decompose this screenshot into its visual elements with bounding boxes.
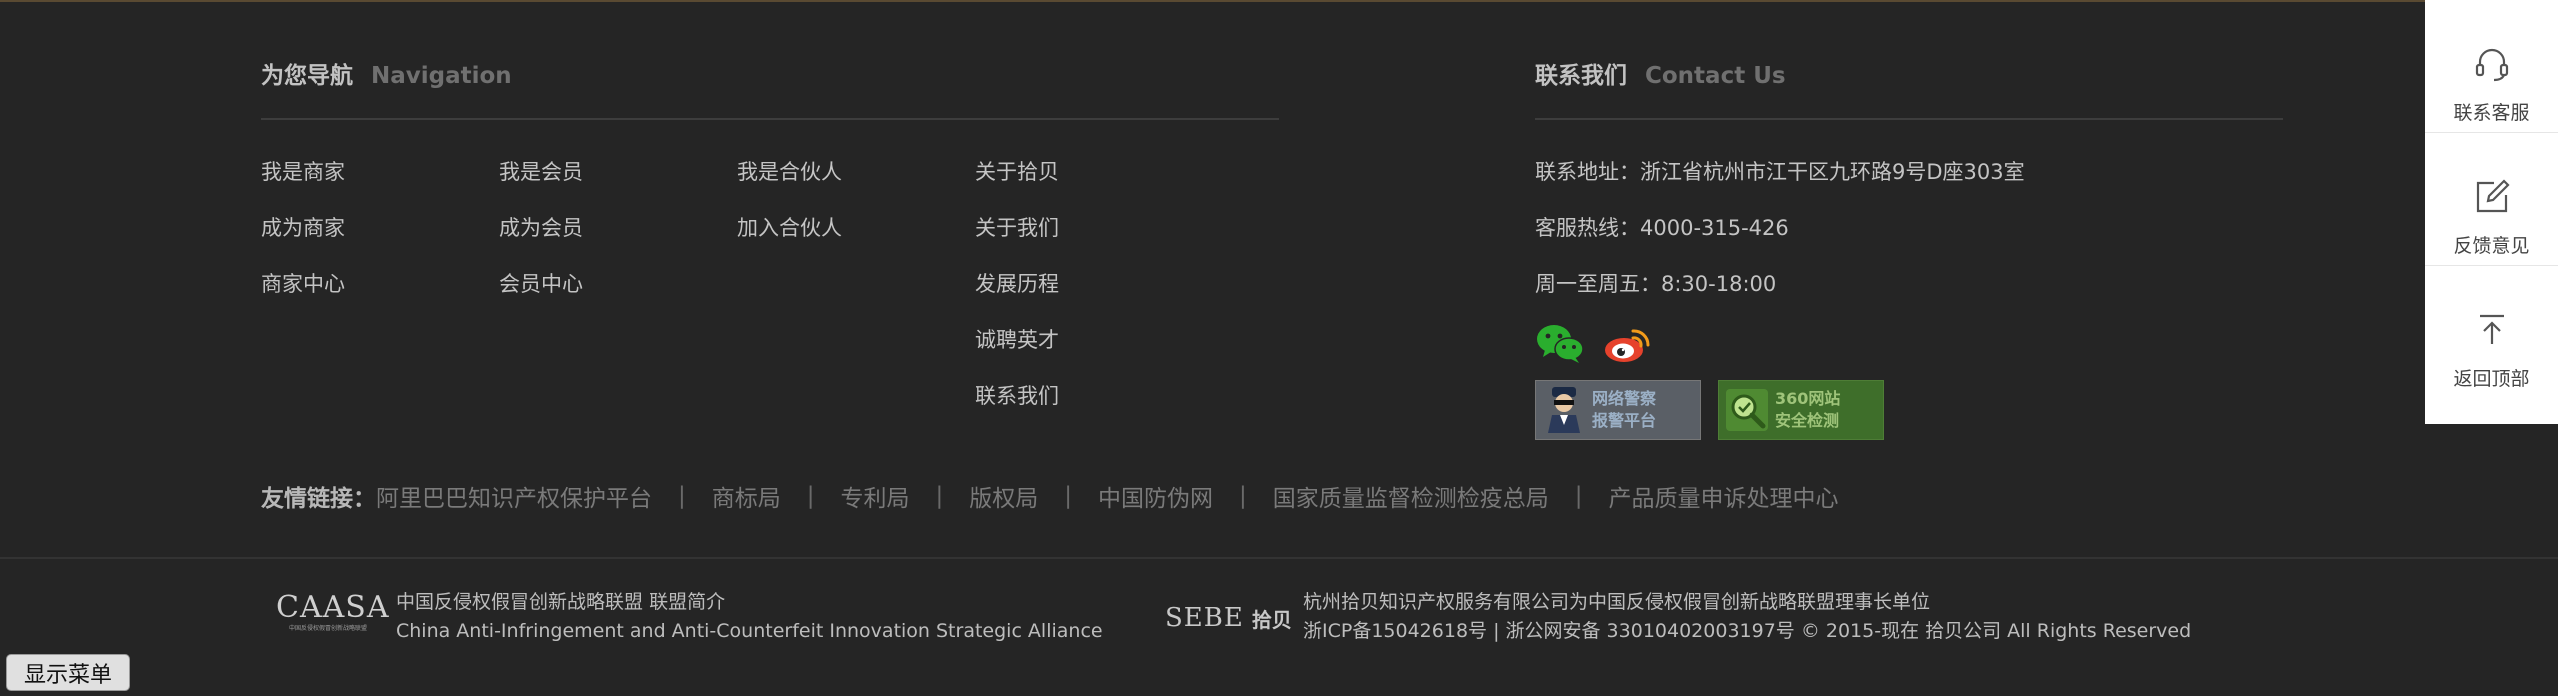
contact-lines: 联系地址：浙江省杭州市江干区九环路9号D座303室 客服热线：4000-315-… xyxy=(1535,144,2283,312)
caasa-title-line: 中国反侵权假冒创新战略联盟 联盟简介 xyxy=(396,588,1103,617)
nav-link-i-am-member[interactable]: 我是会员 xyxy=(499,144,737,200)
headset-icon xyxy=(2475,48,2508,82)
link-separator: | xyxy=(935,483,944,509)
contact-hours: 周一至周五：8:30-18:00 xyxy=(1535,272,1777,296)
social-icons xyxy=(1535,318,2283,368)
nav-column-about: 关于拾贝 关于我们 发展历程 诚聘英才 联系我们 xyxy=(975,144,1213,424)
security-360-badge[interactable]: 360网站 安全检测 xyxy=(1718,380,1884,440)
icp-line: 浙ICP备15042618号 | 浙公网安备 33010402003197号 ©… xyxy=(1303,620,2192,642)
nav-link-careers[interactable]: 诚聘英才 xyxy=(975,312,1213,368)
nav-link-about-sebe[interactable]: 关于拾贝 xyxy=(975,144,1213,200)
caasa-info: 中国反侵权假冒创新战略联盟 联盟简介 China Anti-Infringeme… xyxy=(396,588,1103,646)
security-360-line2: 安全检测 xyxy=(1775,411,1840,430)
back-to-top-label: 返回顶部 xyxy=(2453,368,2530,390)
sebe-logo: SEBE 拾贝 xyxy=(1165,603,1292,633)
company-line: 杭州拾贝知识产权服务有限公司为中国反侵权假冒创新战略联盟理事长单位 xyxy=(1303,591,1931,613)
nav-link-contact-us[interactable]: 联系我们 xyxy=(975,368,1213,424)
magnifier-shield-icon xyxy=(1719,382,1775,438)
contact-hotline: 客服热线：4000-315-426 xyxy=(1535,216,1789,240)
weibo-icon[interactable] xyxy=(1603,321,1653,365)
nav-link-join-partner[interactable]: 加入合伙人 xyxy=(737,200,975,256)
feedback-button[interactable]: 反馈意见 xyxy=(2425,133,2558,266)
cyber-police-text: 网络警察 报警平台 xyxy=(1592,388,1656,432)
friend-link-quality-bureau[interactable]: 国家质量监督检测检疫总局 xyxy=(1273,479,1549,513)
nav-column-partner: 我是合伙人 加入合伙人 xyxy=(737,144,975,424)
nav-link-merchant-center[interactable]: 商家中心 xyxy=(261,256,499,312)
caasa-title: 中国反侵权假冒创新战略联盟 xyxy=(396,591,644,613)
caasa-logo: CAASA 中国反侵权假冒创新战略联盟 xyxy=(276,590,390,640)
nav-link-member-center[interactable]: 会员中心 xyxy=(499,256,737,312)
friendly-links: 友情链接： 阿里巴巴知识产权保护平台 | 商标局 | 专利局 | 版权局 | 中… xyxy=(261,476,1839,516)
cyber-police-line2: 报警平台 xyxy=(1592,411,1657,430)
friend-link-anti-counterfeit[interactable]: 中国防伪网 xyxy=(1098,479,1213,513)
caasa-logo-subtext: 中国反侵权假冒创新战略联盟 xyxy=(288,625,367,632)
friend-link-alibaba-ip[interactable]: 阿里巴巴知识产权保护平台 xyxy=(376,479,652,513)
nav-link-become-member[interactable]: 成为会员 xyxy=(499,200,737,256)
cyber-police-line1: 网络警察 xyxy=(1592,389,1657,408)
wechat-icon[interactable] xyxy=(1535,321,1585,365)
friend-link-copyright-office[interactable]: 版权局 xyxy=(969,479,1038,513)
security-360-text: 360网站 安全检测 xyxy=(1775,388,1840,432)
link-separator: | xyxy=(1574,483,1583,509)
cyber-police-badge[interactable]: 网络警察 报警平台 xyxy=(1535,380,1701,440)
nav-link-i-am-merchant[interactable]: 我是商家 xyxy=(261,144,499,200)
sebe-logo-cn: 拾贝 xyxy=(1251,607,1292,632)
contact-heading: 联系我们 Contact Us xyxy=(1535,56,2283,120)
navigation-section: 为您导航 Navigation 我是商家 成为商家 商家中心 我是会员 成为会员… xyxy=(261,56,1279,424)
link-separator: | xyxy=(1239,483,1247,509)
edit-icon xyxy=(2476,179,2510,213)
show-menu-button[interactable]: 显示菜单 xyxy=(6,654,130,691)
contact-title-cn: 联系我们 xyxy=(1535,63,1627,89)
navigation-title-en: Navigation xyxy=(371,63,512,89)
top-border xyxy=(0,0,2558,2)
back-to-top-icon xyxy=(2479,314,2504,344)
police-figure-icon xyxy=(1536,382,1592,438)
nav-column-member: 我是会员 成为会员 会员中心 xyxy=(499,144,737,424)
nav-link-history[interactable]: 发展历程 xyxy=(975,256,1213,312)
nav-column-merchant: 我是商家 成为商家 商家中心 xyxy=(261,144,499,424)
caasa-logo-text: CAASA xyxy=(276,590,390,625)
navigation-columns: 我是商家 成为商家 商家中心 我是会员 成为会员 会员中心 我是合伙人 加入合伙… xyxy=(261,144,1279,424)
sebe-logo-en: SEBE xyxy=(1165,603,1244,633)
company-info: 杭州拾贝知识产权服务有限公司为中国反侵权假冒创新战略联盟理事长单位 浙ICP备1… xyxy=(1303,588,2191,646)
friendly-links-label: 友情链接： xyxy=(261,486,376,512)
friend-link-patent-office[interactable]: 专利局 xyxy=(841,479,910,513)
contact-service-label: 联系客服 xyxy=(2453,102,2530,124)
security-360-line1: 360网站 xyxy=(1775,389,1841,408)
footer-divider xyxy=(0,557,2558,559)
link-separator: | xyxy=(806,483,815,509)
nav-link-i-am-partner[interactable]: 我是合伙人 xyxy=(737,144,975,200)
feedback-label: 反馈意见 xyxy=(2453,235,2530,257)
contact-section: 联系我们 Contact Us 联系地址：浙江省杭州市江干区九环路9号D座303… xyxy=(1535,56,2283,440)
friend-link-quality-complaints[interactable]: 产品质量申诉处理中心 xyxy=(1609,479,1839,513)
security-badges: 网络警察 报警平台 360网站 安全检测 xyxy=(1535,380,2283,440)
contact-service-button[interactable]: 联系客服 xyxy=(2425,0,2558,133)
link-separator: | xyxy=(1064,483,1072,509)
friend-link-trademark-office[interactable]: 商标局 xyxy=(712,479,781,513)
contact-title-en: Contact Us xyxy=(1645,63,1786,89)
contact-address: 联系地址：浙江省杭州市江干区九环路9号D座303室 xyxy=(1535,160,2025,184)
navigation-title-cn: 为您导航 xyxy=(261,63,353,89)
caasa-english-name: China Anti-Infringement and Anti-Counter… xyxy=(396,620,1103,642)
navigation-heading: 为您导航 Navigation xyxy=(261,56,1279,120)
link-separator: | xyxy=(678,483,686,509)
floating-side-toolbar: 联系客服 反馈意见 返回顶部 xyxy=(2425,0,2558,424)
caasa-intro-link[interactable]: 联盟简介 xyxy=(649,591,725,613)
nav-link-about-us[interactable]: 关于我们 xyxy=(975,200,1213,256)
back-to-top-button[interactable]: 返回顶部 xyxy=(2425,266,2558,399)
nav-link-become-merchant[interactable]: 成为商家 xyxy=(261,200,499,256)
